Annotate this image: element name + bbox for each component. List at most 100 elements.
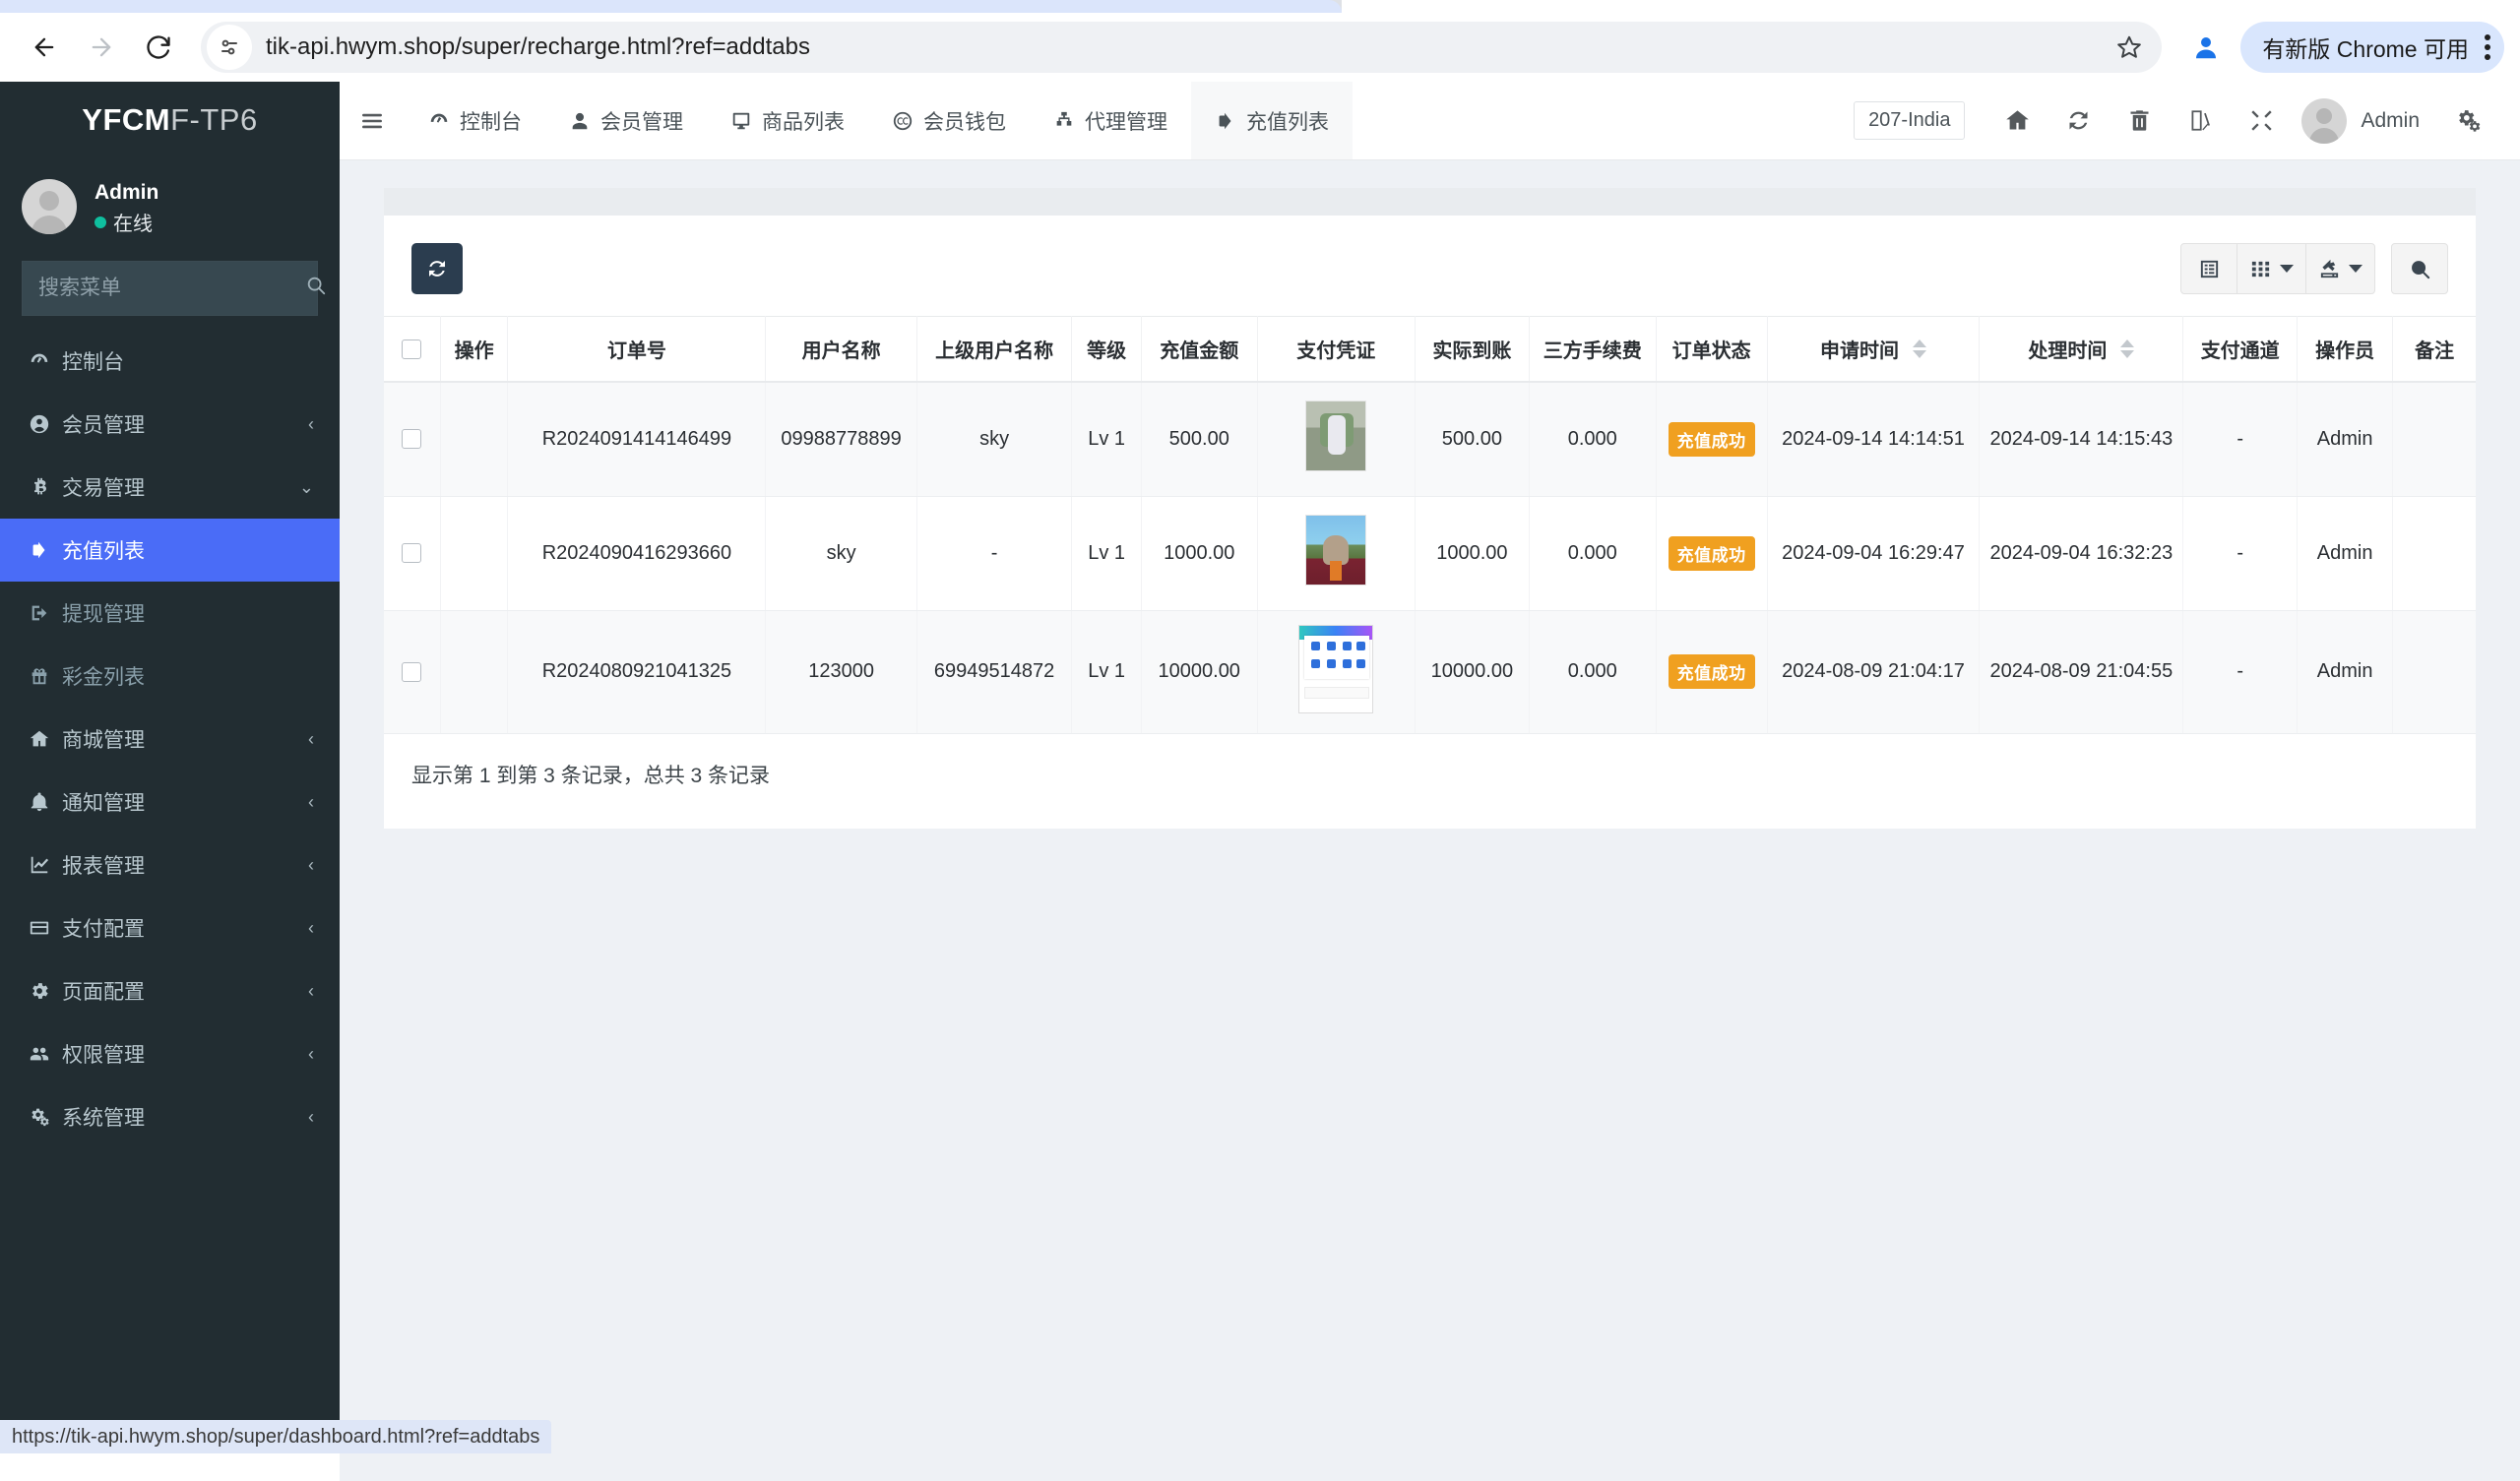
th-parent-username: 上级用户名称 [916,316,1073,383]
select-all-checkbox[interactable] [402,339,422,359]
cell-remark [2392,496,2476,611]
table-row[interactable]: R2024090416293660 sky - Lv 1 1000.00 100… [384,496,2476,611]
row-checkbox[interactable] [402,429,422,450]
th-apply-time[interactable]: 申请时间 [1767,316,1981,383]
cell-level: Lv 1 [1071,382,1142,497]
sidebar-item-member-management[interactable]: 会员管理 ‹ [0,393,340,456]
cell-pay-channel: - [2182,610,2298,734]
refresh-icon[interactable] [2048,91,2109,152]
content-area: 操作 订单号 用户名称 上级用户名称 等级 充值金额 支付凭证 实际到账 三方手… [340,188,2520,1481]
language-switch-icon[interactable] [2170,91,2231,152]
table-search-button[interactable] [2391,243,2448,294]
active-tab-shape [0,0,1342,13]
sign-out-icon [29,602,62,624]
cell-voucher[interactable] [1257,382,1416,497]
home-icon[interactable] [1986,91,2048,152]
cell-voucher[interactable] [1257,496,1416,611]
sidebar-item-dashboard[interactable]: 控制台 [0,330,340,393]
sidebar-item-recharge-list[interactable]: 充值列表 [0,519,340,582]
monitor-icon [730,110,752,132]
cell-username: 09988778899 [765,382,917,497]
topnav-right-actions: 207-India Admin [1854,82,2520,159]
sidebar-item-transaction-management[interactable]: 交易管理 ⌄ [0,456,340,519]
tab-product-list[interactable]: 商品列表 [707,82,868,159]
fullscreen-icon[interactable] [2231,91,2292,152]
sidebar-item-withdraw-management[interactable]: 提现管理 [0,582,340,645]
back-button[interactable] [16,19,73,76]
table-refresh-button[interactable] [411,243,463,294]
sidebar-item-system-management[interactable]: 系统管理 ‹ [0,1085,340,1148]
brand-logo: YFCM F-TP6 [0,82,340,158]
forward-button[interactable] [73,19,130,76]
cell-remark [2392,610,2476,734]
sidebar-item-label: 控制台 [62,351,124,374]
site-settings-icon [221,39,237,55]
columns-toggle-button[interactable] [2237,243,2306,294]
chevron-down-icon: ⌄ [298,476,314,497]
search-input[interactable] [38,277,305,300]
th-pay-channel: 支付通道 [2182,316,2298,383]
sidebar-item-permission-management[interactable]: 权限管理 ‹ [0,1022,340,1085]
avatar [2301,97,2348,144]
address-bar[interactable]: tik-api.hwym.shop/super/recharge.html?re… [201,22,2163,73]
search-icon[interactable] [305,275,327,302]
site-info-button[interactable] [207,25,252,70]
region-badge[interactable]: 207-India [1854,101,1966,140]
bookmark-button[interactable] [2107,25,2152,70]
sidebar-item-report-management[interactable]: 报表管理 ‹ [0,833,340,896]
voucher-thumbnail[interactable] [1298,624,1374,713]
cell-process-time: 2024-09-04 16:32:23 [1979,496,2184,611]
sort-icon[interactable] [2120,339,2135,358]
sidebar-item-page-config[interactable]: 页面配置 ‹ [0,959,340,1022]
recharge-table-wrapper: 操作 订单号 用户名称 上级用户名称 等级 充值金额 支付凭证 实际到账 三方手… [384,316,2476,734]
cell-third-party-fee: 0.000 [1529,610,1657,734]
row-checkbox[interactable] [402,543,422,564]
chrome-update-button[interactable]: 有新版 Chrome 可用 [2240,22,2504,73]
tab-agent-management[interactable]: 代理管理 [1030,82,1191,159]
list-view-button[interactable] [2180,243,2237,294]
sidebar-user-status: 在线 [94,208,158,236]
online-dot-icon [94,216,106,228]
voucher-thumbnail[interactable] [1305,515,1367,586]
row-checkbox-cell [384,610,441,734]
table-row[interactable]: R2024080921041325 123000 69949514872 Lv … [384,610,2476,734]
three-dot-menu-icon[interactable] [2485,34,2490,60]
profile-button[interactable] [2179,21,2233,74]
th-process-time[interactable]: 处理时间 [1979,316,2184,383]
cell-parent-username: sky [916,382,1073,497]
sidebar: YFCMF-TP6 Admin 在线 控制台 [0,82,340,1453]
cell-operator: Admin [2297,610,2394,734]
hamburger-menu-icon[interactable] [340,82,405,159]
table-row[interactable]: R2024091414146499 09988778899 sky Lv 1 5… [384,382,2476,497]
topnav-user[interactable]: Admin [2292,97,2437,144]
th-voucher: 支付凭证 [1257,316,1416,383]
sort-icon[interactable] [1912,339,1926,358]
th-username: 用户名称 [765,316,917,383]
url-text[interactable]: tik-api.hwym.shop/super/recharge.html?re… [252,33,2107,61]
sidebar-item-mall-management[interactable]: 商城管理 ‹ [0,708,340,771]
export-button[interactable] [2306,243,2375,294]
sidebar-item-notification-management[interactable]: 通知管理 ‹ [0,771,340,833]
status-badge: 充值成功 [1668,654,1755,689]
sidebar-item-bonus-list[interactable]: 彩金列表 [0,645,340,708]
app-root: YFCMF-TP6 Admin 在线 控制台 [0,82,2520,1481]
row-checkbox[interactable] [402,661,422,682]
chevron-left-icon: ‹ [308,413,314,434]
voucher-thumbnail[interactable] [1305,401,1367,472]
gear-icon [29,980,62,1002]
cell-process-time: 2024-09-14 14:15:43 [1979,382,2184,497]
trash-icon[interactable] [2109,91,2170,152]
cell-voucher[interactable] [1257,610,1416,734]
tab-member-management[interactable]: 会员管理 [545,82,707,159]
sidebar-item-payment-config[interactable]: 支付配置 ‹ [0,896,340,959]
gears-icon[interactable] [2437,91,2498,152]
sitemap-icon [1053,110,1075,132]
tab-member-wallet[interactable]: 会员钱包 [868,82,1030,159]
tab-dashboard[interactable]: 控制台 [405,82,545,159]
reload-button[interactable] [130,19,187,76]
cell-level: Lv 1 [1071,496,1142,611]
tab-recharge-list[interactable]: 充值列表 [1191,82,1353,159]
menu-search-box[interactable] [22,261,326,316]
chevron-left-icon: ‹ [308,854,314,875]
cell-apply-time: 2024-09-04 16:29:47 [1767,496,1981,611]
